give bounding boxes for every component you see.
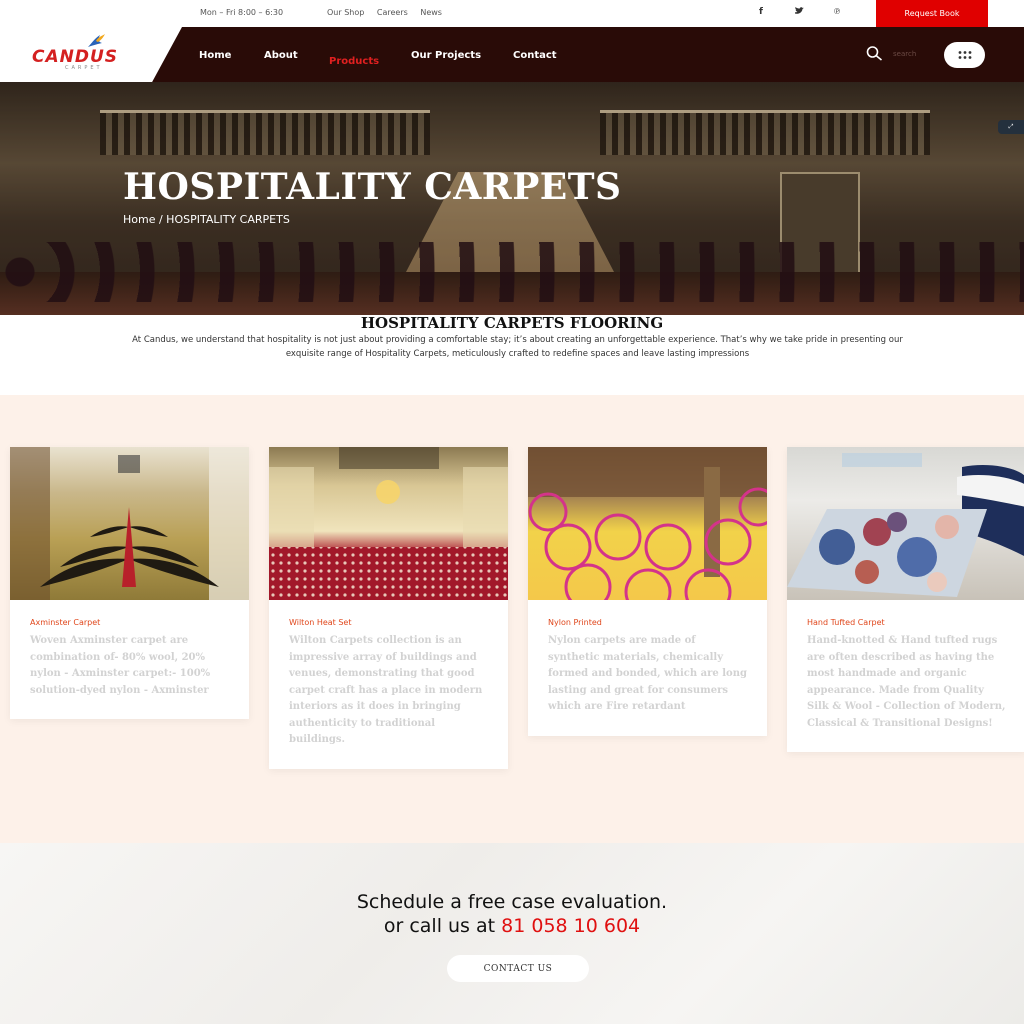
top-link-careers[interactable]: Careers	[377, 8, 408, 17]
top-links: Our Shop Careers News	[327, 8, 452, 17]
breadcrumb[interactable]: Home / HOSPITALITY CARPETS	[123, 213, 290, 226]
product-image-wilton	[269, 447, 508, 600]
nav-products[interactable]: Products	[329, 56, 379, 67]
nav-our-projects[interactable]: Our Projects	[411, 50, 481, 61]
product-description: Wilton Carpets collection is an impressi…	[289, 635, 483, 745]
product-card-hand-tufted[interactable]: Hand Tufted Carpet Hand-knotted & Hand t…	[787, 447, 1024, 752]
product-card-axminster[interactable]: Axminster Carpet Woven Axminster carpet …	[10, 447, 249, 719]
product-category[interactable]: Nylon Printed	[548, 618, 747, 627]
logo-wordmark: CANDUS	[32, 47, 119, 67]
pinterest-icon[interactable]: ℗	[833, 7, 841, 16]
nav-home[interactable]: Home	[199, 50, 231, 61]
request-book-button[interactable]: Request Book	[876, 0, 988, 27]
product-category[interactable]: Wilton Heat Set	[289, 618, 488, 627]
top-link-news[interactable]: News	[420, 8, 442, 17]
top-bar: Mon – Fri 8:00 – 6:30 Our Shop Careers N…	[0, 0, 1024, 27]
business-hours: Mon – Fri 8:00 – 6:30	[200, 8, 284, 17]
product-category[interactable]: Axminster Carpet	[30, 618, 229, 627]
product-description: Nylon carpets are made of synthetic mate…	[548, 635, 747, 712]
twitter-icon[interactable]	[795, 7, 804, 18]
product-image-nylon	[528, 447, 767, 600]
nav-about[interactable]: About	[264, 50, 298, 61]
top-link-our-shop[interactable]: Our Shop	[327, 8, 364, 17]
cta-call-prefix: or call us at	[383, 915, 496, 937]
product-image-axminster	[10, 447, 249, 600]
nav-contact[interactable]: Contact	[513, 50, 557, 61]
side-tab-icon[interactable]: ⤢	[998, 120, 1024, 134]
product-description: Woven Axminster carpet are combination o…	[30, 635, 211, 696]
product-description: Hand-knotted & Hand tufted rugs are ofte…	[807, 635, 1006, 729]
search-input[interactable]: search	[893, 50, 916, 58]
phone-number-link[interactable]: 81 058 10 604	[501, 915, 640, 937]
product-category[interactable]: Hand Tufted Carpet	[807, 618, 1006, 627]
logo-subtitle: CARPET	[65, 65, 103, 71]
menu-toggle-button[interactable]	[944, 42, 985, 68]
cta-phone-line: or call us at 81 058 10 604	[0, 915, 1024, 937]
cta-heading: Schedule a free case evaluation.	[356, 891, 668, 913]
search-icon[interactable]	[866, 46, 883, 61]
product-image-hand-tufted	[787, 447, 1024, 600]
intro-heading: HOSPITALITY CARPETS FLOORING	[360, 314, 664, 332]
product-card-wilton[interactable]: Wilton Heat Set Wilton Carpets collectio…	[269, 447, 508, 769]
contact-us-button[interactable]: CONTACT US	[447, 955, 589, 982]
intro-paragraph: At Candus, we understand that hospitalit…	[132, 335, 903, 359]
dots-grid-icon	[958, 51, 971, 59]
facebook-icon[interactable]: f	[759, 7, 763, 17]
product-card-nylon[interactable]: Nylon Printed Nylon carpets are made of …	[528, 447, 767, 736]
page-title: HOSPITALITY CARPETS	[123, 166, 622, 208]
